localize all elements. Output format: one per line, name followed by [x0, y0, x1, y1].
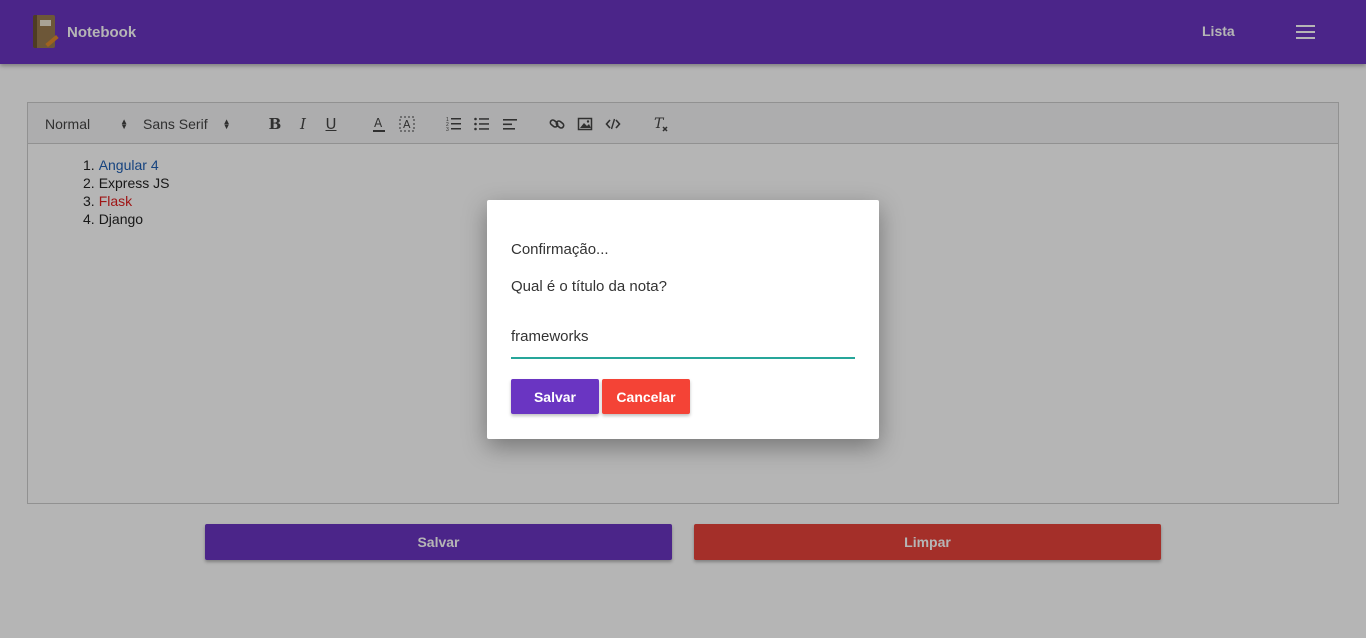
dialog-question: Qual é o título da nota?: [511, 278, 667, 295]
confirm-dialog: Confirmação... Qual é o título da nota? …: [487, 200, 879, 439]
dialog-save-button[interactable]: Salvar: [511, 379, 599, 414]
dialog-title: Confirmação...: [511, 241, 609, 258]
dialog-cancel-button[interactable]: Cancelar: [602, 379, 690, 414]
note-title-input[interactable]: [511, 322, 855, 359]
